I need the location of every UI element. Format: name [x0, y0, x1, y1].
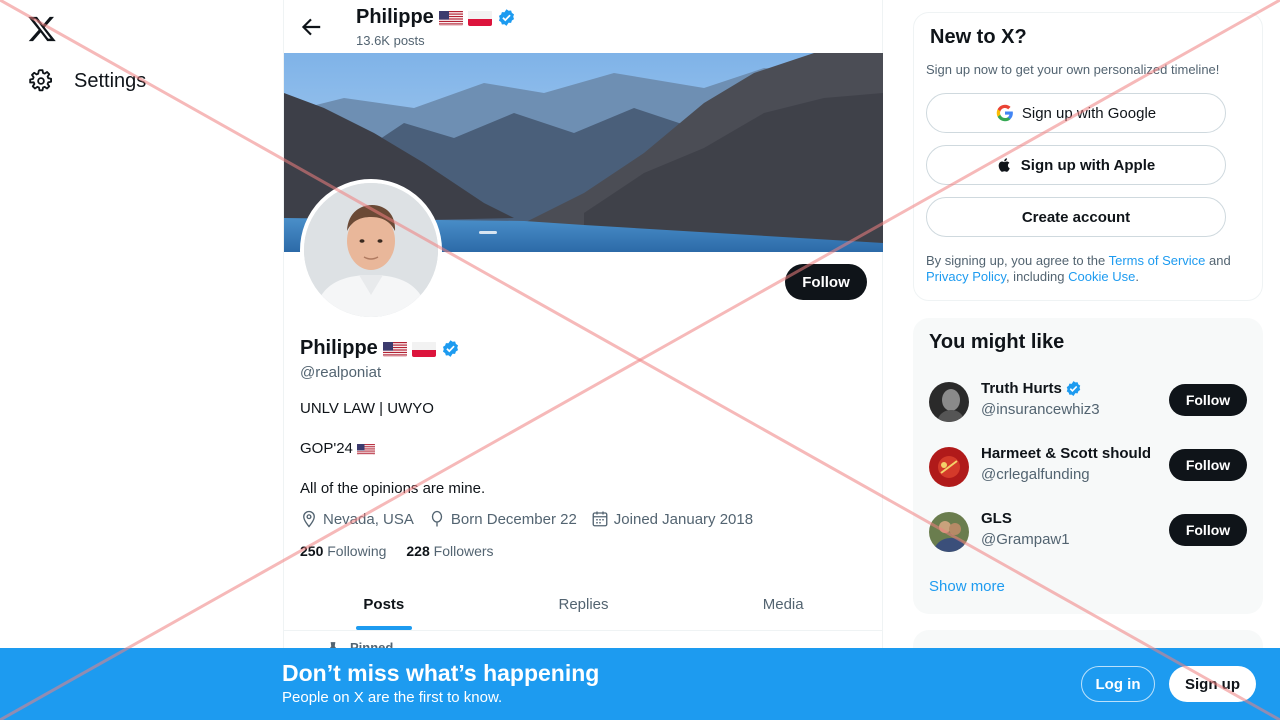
suggestion-follow-button[interactable]: Follow — [1169, 514, 1247, 546]
followers-count: 228 — [406, 543, 430, 559]
suggestion-follow-button[interactable]: Follow — [1169, 384, 1247, 416]
nav-settings-label: Settings — [74, 69, 147, 92]
profile-birthday: Born December 22 — [428, 510, 577, 528]
left-navigation: Settings — [0, 0, 283, 720]
login-button[interactable]: Log in — [1081, 666, 1155, 702]
apple-button-label: Sign up with Apple — [1020, 156, 1156, 174]
legal-including: , including — [1005, 269, 1069, 284]
calendar-icon — [592, 511, 608, 527]
signup-legal-text: By signing up, you agree to the Terms of… — [926, 253, 1256, 285]
profile-meta: Nevada, USA Born December 22 Joined Janu… — [300, 510, 753, 528]
joined-text: Joined January 2018 — [613, 510, 754, 528]
bio-line-text: GOP'24 — [300, 440, 353, 457]
header-name-text: Philippe — [356, 6, 434, 28]
profile-tabs: Posts Replies Media — [284, 578, 883, 631]
profile-display-name: Philippe — [300, 337, 460, 360]
suggestion-avatar[interactable] — [929, 447, 969, 487]
profile-name-text: Philippe — [300, 337, 378, 359]
header-profile-name: Philippe — [356, 6, 516, 29]
balloon-icon — [431, 510, 443, 527]
legal-and: and — [1205, 253, 1231, 268]
suggestion-handle: @Grampaw1 — [981, 531, 1070, 548]
gear-icon — [29, 69, 52, 92]
profile-header-bar: Philippe 13.6K posts — [284, 0, 884, 53]
poland-flag-icon — [411, 341, 436, 357]
suggestions-title: You might like — [929, 331, 1065, 353]
suggestion-avatar[interactable] — [929, 512, 969, 552]
cookie-link[interactable]: Cookie Use — [1068, 269, 1135, 284]
suggestion-handle: @crlegalfunding — [981, 466, 1090, 483]
you-might-like-card: You might like Truth Hurts @insurancewhi… — [913, 318, 1263, 614]
google-icon — [996, 104, 1013, 122]
suggestion-handle: @insurancewhiz3 — [981, 401, 1100, 418]
x-logo-icon[interactable] — [27, 14, 57, 44]
suggestion-item[interactable]: Truth Hurts @insurancewhiz3 Follow — [929, 380, 1247, 424]
location-pin-icon — [303, 510, 315, 528]
following-link[interactable]: 250 Following — [300, 543, 386, 559]
us-flag-icon — [438, 10, 463, 26]
suggestion-name-text: Harmeet & Scott should — [981, 445, 1152, 462]
suggestion-name: Truth Hurts — [981, 380, 1082, 397]
profile-column: Philippe 13.6K posts Follow Philippe @re… — [283, 0, 883, 720]
poland-flag-icon — [467, 10, 492, 26]
google-button-label: Sign up with Google — [1021, 104, 1157, 122]
following-label: Following — [327, 543, 387, 559]
tab-posts[interactable]: Posts — [284, 578, 484, 630]
profile-joined: Joined January 2018 — [591, 510, 753, 528]
nav-settings[interactable]: Settings — [28, 68, 146, 94]
terms-link[interactable]: Terms of Service — [1109, 253, 1206, 268]
tab-media[interactable]: Media — [683, 578, 883, 630]
verified-badge-icon — [498, 9, 514, 26]
location-text: Nevada, USA — [323, 510, 414, 528]
header-posts-count: 13.6K posts — [356, 33, 425, 48]
privacy-link[interactable]: Privacy Policy — [926, 269, 1006, 284]
suggestion-follow-button[interactable]: Follow — [1169, 449, 1247, 481]
suggestion-name: GLS — [981, 510, 1012, 527]
profile-avatar[interactable] — [300, 179, 442, 321]
suggestion-name-text: Truth Hurts — [981, 380, 1062, 397]
show-more-link[interactable]: Show more — [929, 578, 1005, 595]
back-arrow-icon[interactable] — [298, 14, 324, 40]
tab-replies[interactable]: Replies — [484, 578, 684, 630]
suggestion-item[interactable]: GLS @Grampaw1 Follow — [929, 510, 1247, 554]
signup-card-title: New to X? — [930, 26, 1027, 48]
banner-subtitle: People on X are the first to know. — [282, 689, 503, 706]
profile-location: Nevada, USA — [300, 510, 414, 528]
us-flag-icon — [382, 341, 407, 357]
legal-period: . — [1135, 269, 1139, 284]
banner-title: Don’t miss what’s happening — [282, 660, 600, 686]
signup-google-button[interactable]: Sign up with Google — [926, 93, 1226, 133]
following-count: 250 — [300, 543, 324, 559]
bio-line: All of the opinions are mine. — [300, 480, 486, 497]
profile-handle: @realponiat — [300, 364, 382, 381]
profile-stats: 250 Following 228 Followers — [300, 543, 494, 559]
create-account-button[interactable]: Create account — [926, 197, 1226, 237]
signup-button[interactable]: Sign up — [1169, 666, 1256, 702]
followers-link[interactable]: 228 Followers — [406, 543, 493, 559]
bio-line: UNLV LAW | UWYO — [300, 400, 434, 417]
followers-label: Followers — [433, 543, 494, 559]
suggestion-avatar[interactable] — [929, 382, 969, 422]
verified-badge-icon[interactable] — [441, 339, 460, 358]
signup-banner: Don’t miss what’s happening People on X … — [0, 648, 1280, 720]
signup-card: New to X? Sign up now to get your own pe… — [913, 12, 1263, 301]
signup-card-subtitle: Sign up now to get your own personalized… — [926, 62, 1220, 77]
us-flag-icon — [356, 443, 375, 455]
bio-line-with-flag: GOP'24 — [300, 440, 375, 457]
suggestion-name: Harmeet & Scott should — [981, 445, 1151, 462]
birthday-text: Born December 22 — [450, 510, 577, 528]
signup-apple-button[interactable]: Sign up with Apple — [926, 145, 1226, 185]
legal-prefix: By signing up, you agree to the — [926, 253, 1109, 268]
suggestion-name-text: GLS — [981, 510, 1012, 527]
verified-badge-icon — [1066, 381, 1081, 396]
suggestion-item[interactable]: Harmeet & Scott should @crlegalfunding F… — [929, 445, 1247, 489]
follow-profile-button[interactable]: Follow — [785, 264, 867, 300]
apple-icon — [998, 158, 1010, 172]
